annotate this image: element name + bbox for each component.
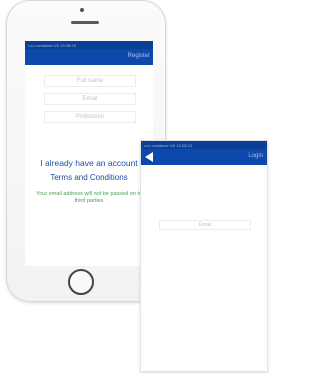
email-field[interactable]: Email — [44, 93, 136, 105]
register-screen: ••••• vodafone UK 10:38:23 Register Full… — [25, 41, 153, 266]
status-bar: ••••• vodafone UK 10:38:23 — [25, 41, 153, 49]
camera-icon — [80, 8, 84, 12]
back-arrow-icon[interactable] — [145, 152, 153, 162]
nav-bar: Register — [25, 49, 153, 65]
terms-link[interactable]: Terms and Conditions — [25, 173, 153, 182]
profession-field[interactable]: Profession — [44, 111, 136, 123]
status-text: ••••• vodafone UK 10:38:23 — [28, 42, 76, 48]
login-screen: ••••• vodafone UK 10:38:23 Login Email — [140, 140, 268, 372]
nav-bar: Login — [141, 149, 267, 165]
have-account-link[interactable]: I already have an account — [25, 158, 153, 168]
home-button[interactable] — [68, 269, 94, 295]
login-button[interactable]: Login — [248, 153, 263, 159]
full-name-field[interactable]: Full name — [44, 75, 136, 87]
status-text: ••••• vodafone UK 10:38:23 — [144, 142, 192, 148]
email-field[interactable]: Email — [159, 220, 251, 230]
register-button[interactable]: Register — [128, 53, 150, 59]
privacy-note: Your email address will not be passed on… — [36, 191, 142, 204]
status-bar: ••••• vodafone UK 10:38:23 — [141, 141, 267, 149]
speaker-grille — [71, 21, 99, 24]
